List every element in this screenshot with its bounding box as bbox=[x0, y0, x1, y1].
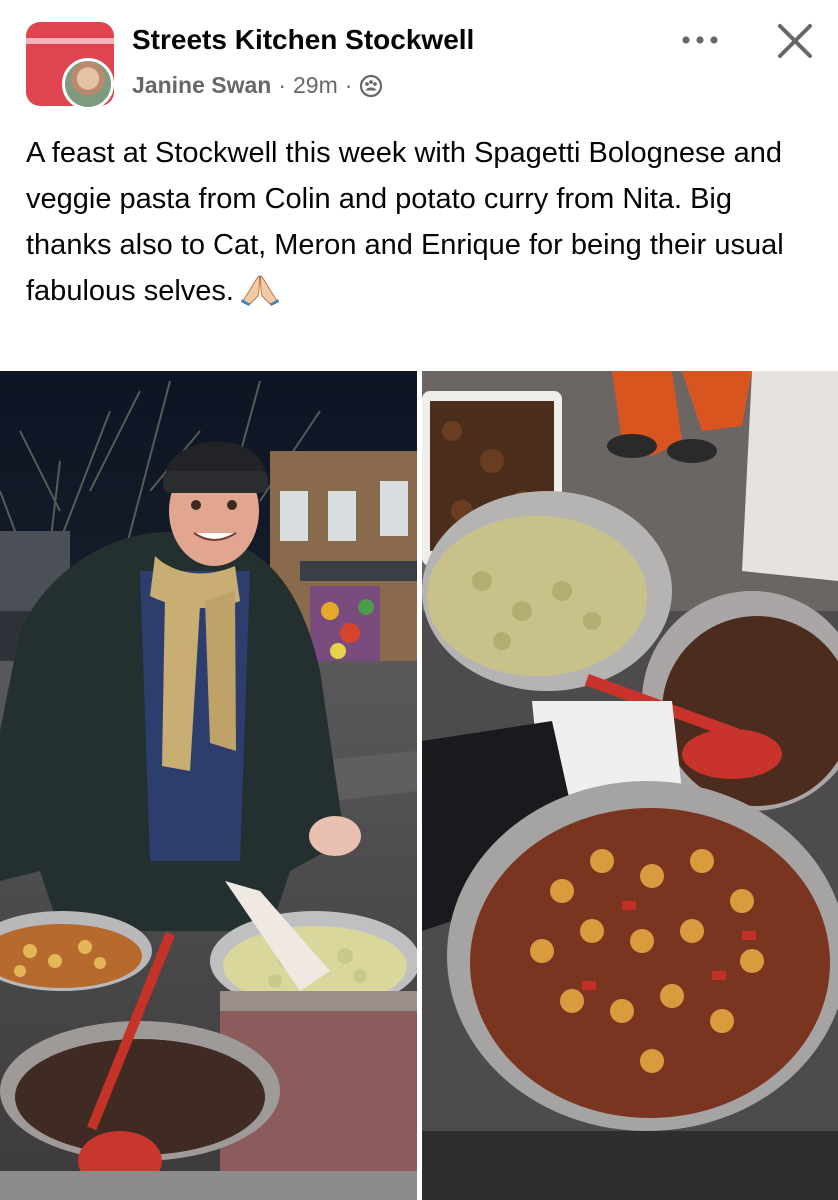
post-text: A feast at Stockwell this week with Spag… bbox=[26, 137, 784, 307]
post-body: A feast at Stockwell this week with Spag… bbox=[26, 130, 816, 314]
folded-hands-emoji bbox=[240, 275, 279, 306]
post-meta: Janine Swan · 29m · bbox=[132, 72, 383, 99]
author-name[interactable]: Janine Swan bbox=[132, 72, 271, 99]
photo-right[interactable] bbox=[422, 371, 838, 1200]
close-icon bbox=[778, 24, 812, 58]
post-header: Streets Kitchen Stockwell Janine Swan · … bbox=[0, 0, 838, 120]
photo-right-image bbox=[422, 371, 838, 1200]
photo-left[interactable] bbox=[0, 371, 417, 1200]
meta-separator-2: · bbox=[344, 72, 353, 98]
author-avatar[interactable] bbox=[62, 58, 114, 110]
group-audience-icon bbox=[360, 74, 383, 97]
photo-left-image bbox=[0, 371, 417, 1200]
group-name[interactable]: Streets Kitchen Stockwell bbox=[132, 24, 474, 56]
more-options-icon bbox=[682, 36, 718, 44]
close-button[interactable] bbox=[772, 18, 818, 64]
meta-separator: · bbox=[278, 72, 286, 98]
post-timestamp[interactable]: 29m bbox=[293, 72, 338, 99]
more-options-button[interactable] bbox=[676, 24, 724, 56]
